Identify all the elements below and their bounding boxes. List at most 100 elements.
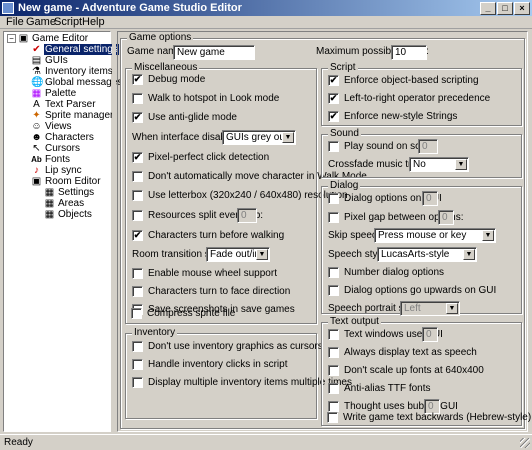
checkbox-box xyxy=(327,412,338,423)
menu-game[interactable]: Game xyxy=(26,16,56,29)
maximize-button[interactable]: □ xyxy=(497,2,513,15)
speech-style-dropdown[interactable]: LucasArts-style ▼ xyxy=(377,247,477,262)
chevron-down-icon: ▼ xyxy=(256,249,268,260)
globe-icon: 🌐 xyxy=(31,77,44,88)
settings-icon: ▦ xyxy=(44,187,55,198)
checkbox-box xyxy=(132,190,143,201)
script-group: Script ✔ Enforce object-based scripting ✔… xyxy=(321,62,522,126)
checkbox-box xyxy=(131,308,142,319)
objects-icon: ▦ xyxy=(44,209,55,220)
checkbox-label: Handle inventory clicks in script xyxy=(148,359,288,370)
checkbox-label: Don't use inventory graphics as cursors xyxy=(148,341,323,352)
checkbox-box xyxy=(328,141,339,152)
menu-bar: File Game Script Help xyxy=(0,16,532,29)
game-name-field[interactable]: New game xyxy=(173,45,255,60)
splitter[interactable] xyxy=(112,31,116,432)
checkbox-label: Left-to-right operator precedence xyxy=(344,93,491,104)
checkbox-box xyxy=(132,210,143,221)
checkbox-box: ✔ xyxy=(328,93,339,104)
checkbox-box xyxy=(328,212,339,223)
cursor-icon: ↖ xyxy=(32,143,41,154)
checkbox-box xyxy=(132,93,143,104)
areas-icon: ▦ xyxy=(44,198,55,209)
checkbox-box xyxy=(328,285,339,296)
checkbox-label: Write game text backwards (Hebrew-style) xyxy=(343,412,532,423)
room-transition-dropdown[interactable]: Fade out/in ▼ xyxy=(206,247,270,262)
gui-icon: ▤ xyxy=(31,55,42,66)
title-bar: New game - Adventure Game Studio Editor … xyxy=(0,0,532,16)
checkbox-label: Enable mouse wheel support xyxy=(148,268,277,279)
tree-collapse-toggle[interactable]: − xyxy=(7,34,16,43)
group-title: Inventory xyxy=(132,327,178,339)
checkbox-box xyxy=(132,341,143,352)
checkbox-label: Use anti-glide mode xyxy=(148,112,237,123)
text-parser-icon: A xyxy=(33,99,40,110)
dialog-gui-field[interactable]: 0 xyxy=(422,191,438,206)
dialog-group: Dialog Dialog options on GUI 0 Pixel gap… xyxy=(321,180,522,316)
dropdown-value: Fade out/in xyxy=(210,249,261,260)
sprite-icon: ✦ xyxy=(32,110,41,121)
checkmark-icon: ✔ xyxy=(32,44,41,55)
resources-split-field[interactable]: 0 xyxy=(237,208,257,223)
menu-file[interactable]: File xyxy=(6,16,24,29)
checkbox-box xyxy=(328,329,339,340)
pixel-gap-field[interactable]: 0 xyxy=(438,210,454,225)
tree-label: Lip sync xyxy=(45,165,82,176)
inventory-group: Inventory Don't use inventory graphics a… xyxy=(125,327,352,419)
checkbox-box: ✔ xyxy=(132,152,143,163)
general-settings-panel: Game options Game name: New game Maximum… xyxy=(117,31,531,432)
chevron-down-icon: ▼ xyxy=(446,303,458,314)
checkbox-label: Characters turn before walking xyxy=(148,230,285,241)
checkbox-label: Use letterbox (320x240 / 640x480) resolu… xyxy=(148,190,348,201)
tree-label: Settings xyxy=(58,187,95,198)
window-title: New game - Adventure Game Studio Editor xyxy=(18,2,242,14)
dropdown-value: Press mouse or key xyxy=(378,230,467,241)
palette-icon: ▦ xyxy=(31,88,42,99)
editor-tree[interactable]: − ▣ Game Editor ✔ General settings ▤ GUIs ⚗… xyxy=(3,31,122,432)
chevron-down-icon: ▼ xyxy=(463,249,475,260)
chevron-down-icon: ▼ xyxy=(482,230,494,241)
checkbox-label: Enforce object-based scripting xyxy=(344,75,479,86)
tree-label: Inventory items xyxy=(45,66,113,77)
menu-script[interactable]: Script xyxy=(54,16,82,29)
group-title: Script xyxy=(328,62,358,74)
group-title: Dialog xyxy=(328,180,361,192)
sound-group: Sound Play sound on score 0 Crossfade mu… xyxy=(321,128,522,178)
chevron-down-icon: ▼ xyxy=(455,159,467,170)
score-sound-field[interactable]: 0 xyxy=(418,139,438,154)
checkbox-label: Debug mode xyxy=(148,74,206,85)
crossfade-dropdown[interactable]: No ▼ xyxy=(409,157,469,172)
close-button[interactable]: × xyxy=(514,2,530,15)
resize-grip-icon[interactable] xyxy=(520,438,530,448)
skip-speech-dropdown[interactable]: Press mouse or key ▼ xyxy=(374,228,496,243)
dropdown-value: GUIs grey out xyxy=(226,132,288,143)
game-options-group: Game options Game name: New game Maximum… xyxy=(120,32,531,429)
checkbox-box xyxy=(132,359,143,370)
room-editor-icon: ▣ xyxy=(31,176,42,187)
checkbox-box xyxy=(328,193,339,204)
interface-disabled-dropdown[interactable]: GUIs grey out ▼ xyxy=(222,130,296,145)
game-editor-icon: ▣ xyxy=(18,33,29,44)
portrait-side-dropdown[interactable]: Left ▼ xyxy=(400,301,460,316)
characters-icon: ☻ xyxy=(31,132,42,143)
minimize-button[interactable]: _ xyxy=(480,2,496,15)
tree-label: Fonts xyxy=(45,154,71,165)
group-title: Sound xyxy=(328,128,361,140)
checkbox-box: ✔ xyxy=(132,230,143,241)
checkbox-box xyxy=(328,267,339,278)
text-window-gui-field[interactable]: 0 xyxy=(422,327,438,342)
checkbox-box xyxy=(328,383,339,394)
checkbox-box xyxy=(328,347,339,358)
menu-help[interactable]: Help xyxy=(82,16,105,29)
checkbox-box: ✔ xyxy=(132,112,143,123)
tree-label: Areas xyxy=(58,198,85,209)
tree-label: Characters xyxy=(45,132,94,143)
tree-label: GUIs xyxy=(45,55,68,66)
tree-label: Text Parser xyxy=(45,99,96,110)
dropdown-value: Left xyxy=(404,303,421,314)
tree-label: Views xyxy=(45,121,72,132)
checkbox-box: ✔ xyxy=(328,75,339,86)
group-title: Text output xyxy=(328,316,381,328)
max-score-field[interactable]: 10 xyxy=(391,45,427,60)
checkbox-label: Walk to hotspot in Look mode xyxy=(148,93,280,104)
